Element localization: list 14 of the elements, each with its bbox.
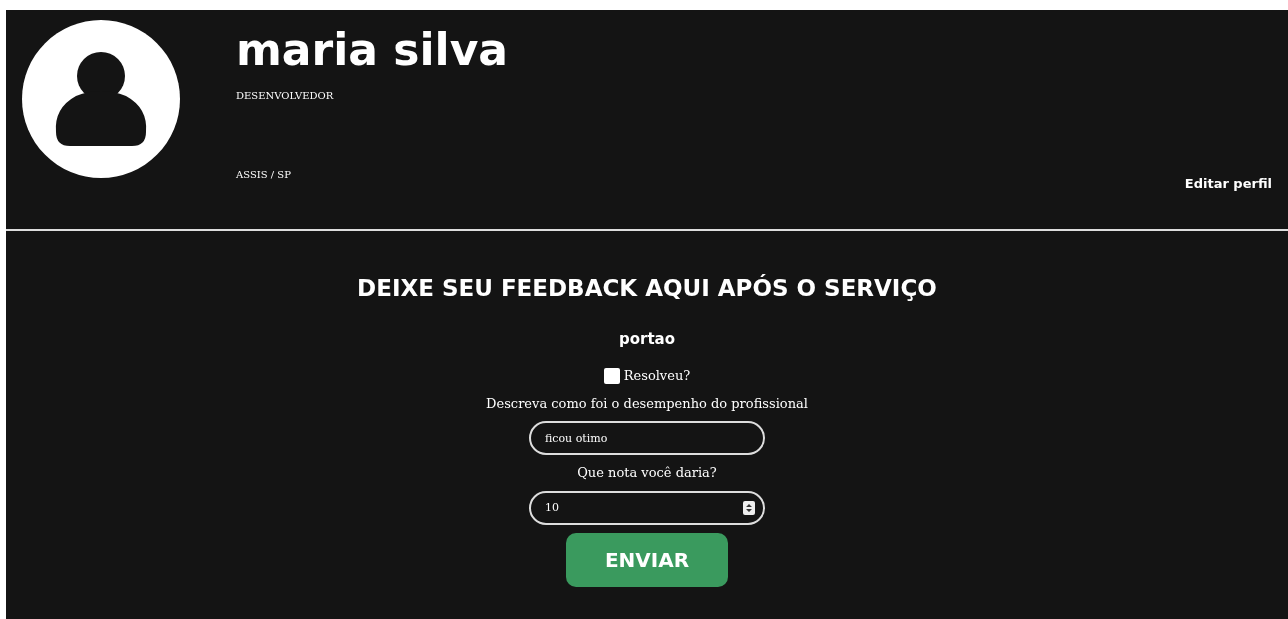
profile-role: DESENVOLVEDOR — [236, 89, 335, 103]
resolved-checkbox[interactable] — [603, 367, 620, 384]
submit-button[interactable]: ENVIAR — [566, 532, 728, 587]
description-field[interactable]: ficou otimo — [529, 421, 765, 455]
profile-name: maria silva — [236, 28, 509, 72]
field-label: Que nota você daria? — [577, 464, 717, 482]
checkbox-label: Resolveu? — [623, 367, 691, 385]
edit-profile-link[interactable]: Editar perfil — [1184, 173, 1272, 193]
field-label: Descreva como foi o desempenho do profissional — [486, 394, 808, 413]
profile-location: ASSIS / SP — [236, 168, 292, 182]
feedback-heading: DEIXE SEU FEEDBACK AQUI APÓS O SERVIÇO — [357, 273, 937, 303]
service-name: portao — [618, 328, 675, 350]
rating-field[interactable]: 10 — [529, 490, 765, 525]
spinner-icon[interactable] — [743, 500, 755, 515]
